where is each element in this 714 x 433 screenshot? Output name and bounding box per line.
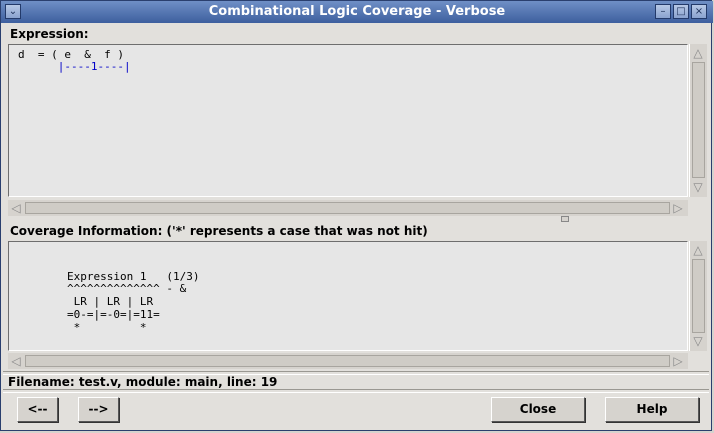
coverage-line-3: LR | LR | LR	[67, 295, 154, 308]
coverage-line-4: =0-=|=-0=|=11=	[67, 308, 160, 321]
scroll-left-icon[interactable]: ◁	[8, 354, 24, 368]
expression-vertical-scrollbar[interactable]: △ ▽	[689, 44, 707, 197]
scroll-trough[interactable]	[692, 62, 705, 178]
coverage-horizontal-scrollbar[interactable]: ◁ ▷	[8, 353, 688, 369]
pane-resize-handle[interactable]	[561, 216, 569, 222]
scroll-up-icon[interactable]: △	[690, 46, 706, 60]
divider	[3, 389, 709, 393]
scroll-trough[interactable]	[25, 202, 670, 214]
coverage-info-label: Coverage Information: ('*' represents a …	[10, 224, 428, 238]
scroll-right-icon[interactable]: ▷	[670, 354, 686, 368]
previous-button[interactable]: <--	[17, 397, 58, 422]
expression-label: Expression:	[10, 27, 89, 41]
window-title: Combinational Logic Coverage - Verbose	[208, 4, 506, 19]
title-bar[interactable]: ⌄ Combinational Logic Coverage - Verbose…	[1, 1, 713, 23]
maximize-button[interactable]: □	[673, 4, 689, 19]
scroll-up-icon[interactable]: △	[690, 243, 706, 257]
coverage-line-2: ^^^^^^^^^^^^^^ - &	[67, 282, 187, 295]
status-text: Filename: test.v, module: main, line: 19	[8, 375, 278, 389]
next-button[interactable]: -->	[78, 397, 119, 422]
expression-panel[interactable]: d = ( e & f ) |----1----|	[8, 44, 688, 197]
scroll-trough[interactable]	[692, 259, 705, 333]
coverage-line-5: * *	[67, 321, 147, 334]
expression-underline: |----1----|	[18, 60, 131, 73]
dialog-window: ⌄ Combinational Logic Coverage - Verbose…	[0, 0, 713, 431]
scroll-trough[interactable]	[25, 355, 670, 367]
scroll-right-icon[interactable]: ▷	[670, 201, 686, 215]
close-window-button[interactable]: ×	[691, 4, 707, 19]
expression-horizontal-scrollbar[interactable]: ◁ ▷	[8, 200, 688, 216]
coverage-vertical-scrollbar[interactable]: △ ▽	[689, 241, 707, 351]
minimize-button[interactable]: –	[655, 4, 671, 19]
coverage-panel[interactable]: Expression 1 (1/3) ^^^^^^^^^^^^^^ - & LR…	[8, 241, 688, 351]
scroll-left-icon[interactable]: ◁	[8, 201, 24, 215]
scroll-down-icon[interactable]: ▽	[690, 334, 706, 348]
scroll-down-icon[interactable]: ▽	[690, 180, 706, 194]
help-button[interactable]: Help	[605, 397, 699, 422]
close-button[interactable]: Close	[491, 397, 585, 422]
